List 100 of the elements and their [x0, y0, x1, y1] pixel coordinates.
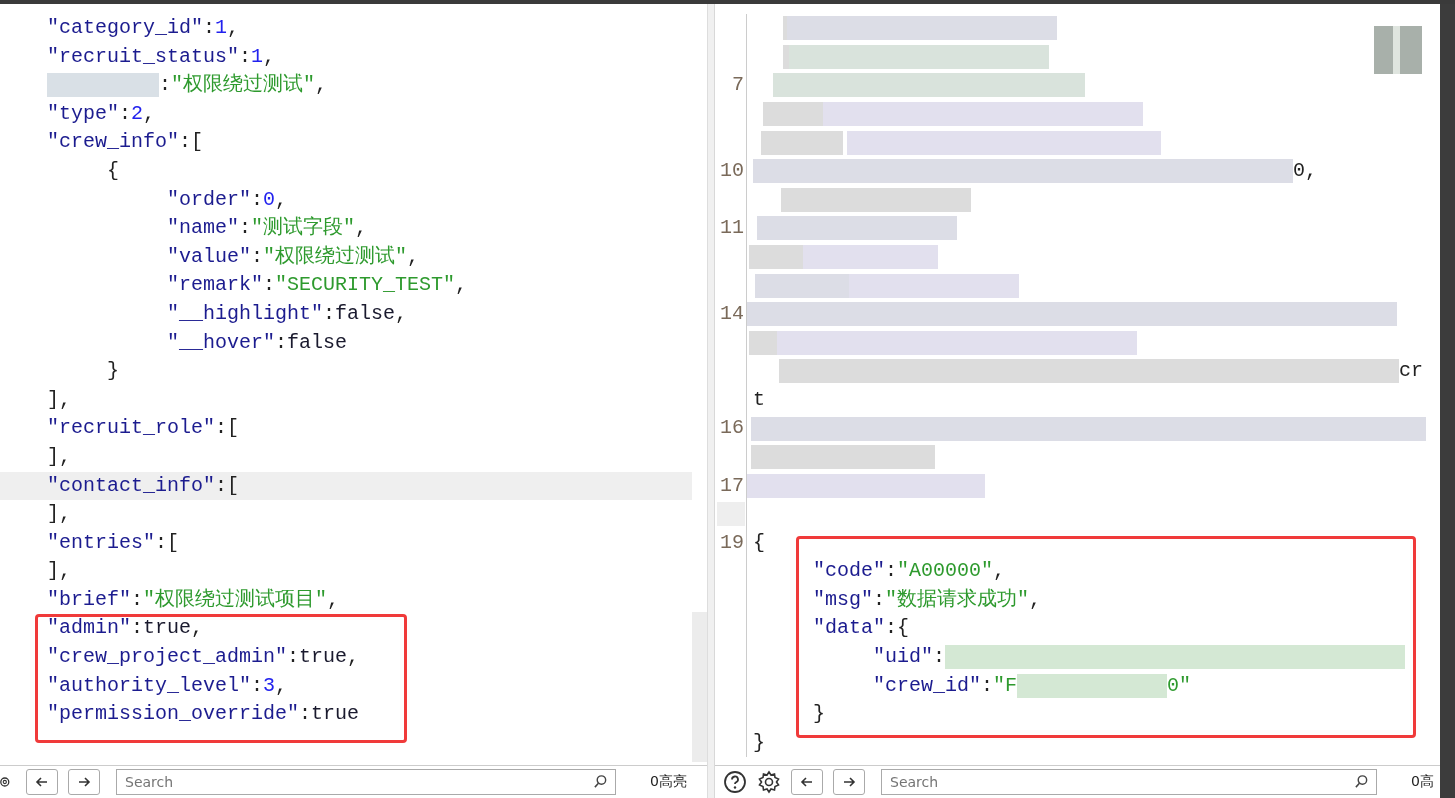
json-key: "order" [167, 185, 251, 215]
json-key: "crew_id" [873, 671, 982, 701]
json-key: "uid" [873, 643, 934, 672]
json-punctuation: :[ [155, 529, 180, 556]
json-punctuation: : [159, 72, 171, 99]
json-value: 1 [251, 43, 264, 70]
json-punctuation: , [275, 186, 288, 213]
search-field[interactable]: Search [881, 769, 1377, 795]
json-key: "msg" [813, 585, 874, 615]
json-punctuation: , [191, 615, 204, 642]
json-value: "权限绕过测试" [171, 72, 316, 99]
help-icon[interactable] [723, 770, 747, 794]
json-punctuation: ], [47, 501, 71, 528]
json-key: "name" [167, 214, 239, 243]
json-punctuation: :[ [215, 472, 240, 499]
json-punctuation: :[ [179, 129, 204, 156]
line-number: 16 [720, 416, 744, 440]
json-key: "type" [47, 99, 119, 129]
match-count: 0高亮 [650, 773, 687, 791]
code-fragment: 0, [1293, 157, 1318, 184]
json-value: true [311, 701, 360, 728]
json-punctuation: , [1029, 586, 1042, 613]
json-value: "权限绕过测试" [263, 243, 408, 270]
json-value: false [287, 329, 348, 356]
json-punctuation: : [873, 586, 886, 613]
json-punctuation: : [263, 272, 276, 299]
settings-icon[interactable] [757, 770, 781, 794]
json-punctuation: { [107, 157, 119, 184]
json-punctuation: : [239, 43, 252, 70]
json-punctuation: t [753, 386, 766, 413]
json-punctuation: : [251, 186, 264, 213]
json-key: "category_id" [47, 14, 204, 43]
json-punctuation: , [355, 215, 368, 242]
json-value: "SECURITY_TEST" [275, 272, 456, 299]
back-button[interactable] [26, 769, 58, 795]
json-punctuation: : [323, 300, 336, 327]
json-value: false [335, 300, 396, 327]
json-key: "recruit_role" [47, 414, 216, 443]
json-punctuation: , [455, 272, 468, 299]
line-number: 17 [720, 473, 744, 497]
json-punctuation: { [753, 529, 766, 556]
json-punctuation: : [885, 558, 898, 585]
json-key: "data" [813, 614, 886, 644]
json-value: "A00000" [897, 558, 994, 585]
json-punctuation: : [933, 644, 946, 671]
json-key: "value" [167, 242, 251, 272]
json-punctuation: , [275, 672, 288, 699]
forward-button[interactable] [833, 769, 865, 795]
json-value: 1 [215, 15, 228, 41]
search-icon [593, 774, 608, 789]
line-number: 19 [720, 530, 744, 554]
json-key: "contact_info" [47, 471, 216, 501]
redaction-block [717, 502, 745, 527]
json-punctuation: : [131, 586, 144, 613]
match-count: 0高 [1411, 773, 1434, 791]
json-punctuation: : [239, 215, 252, 242]
json-value: 3 [263, 672, 276, 699]
json-value: 2 [131, 100, 144, 127]
json-punctuation: :{ [885, 615, 910, 642]
json-punctuation: , [395, 300, 408, 327]
json-punctuation: : [275, 329, 288, 356]
json-punctuation: , [993, 558, 1006, 585]
json-key: "remark" [167, 271, 263, 300]
json-punctuation: : [251, 672, 264, 699]
json-punctuation: , [263, 43, 276, 70]
json-value: 0" [1167, 672, 1192, 699]
line-number: 14 [720, 301, 744, 325]
blurred-icon [1374, 26, 1422, 74]
search-field[interactable]: Search [116, 769, 616, 795]
forward-button[interactable] [68, 769, 100, 795]
json-punctuation: ], [47, 443, 71, 470]
json-key: "__highlight" [167, 299, 324, 329]
json-value: 0 [263, 186, 276, 213]
json-punctuation: : [131, 615, 144, 642]
json-key: "permission_override" [47, 700, 300, 729]
json-punctuation: } [813, 701, 826, 728]
json-punctuation: : [981, 672, 994, 699]
json-punctuation: , [143, 100, 156, 127]
json-key: "__hover" [167, 328, 276, 358]
line-number: 11 [720, 216, 744, 240]
json-key: "admin" [47, 614, 131, 644]
json-punctuation: :[ [215, 415, 240, 442]
line-number: 10 [720, 158, 744, 182]
json-punctuation: } [107, 358, 119, 385]
json-key: "authority_level" [47, 671, 252, 701]
json-key: "recruit_status" [47, 42, 240, 72]
json-punctuation: : [119, 100, 132, 127]
json-punctuation: , [327, 586, 340, 613]
json-punctuation: , [227, 15, 240, 41]
back-button[interactable] [791, 769, 823, 795]
json-punctuation: : [251, 243, 264, 270]
json-punctuation: , [347, 644, 360, 671]
code-fragment: cr [1399, 358, 1424, 385]
json-punctuation: : [203, 15, 216, 41]
json-punctuation: : [287, 644, 300, 671]
json-value: "数据请求成功" [885, 586, 1030, 613]
json-punctuation: , [315, 72, 328, 99]
json-punctuation: ], [47, 558, 71, 585]
json-punctuation: , [407, 243, 420, 270]
scrollbar[interactable] [692, 612, 708, 762]
